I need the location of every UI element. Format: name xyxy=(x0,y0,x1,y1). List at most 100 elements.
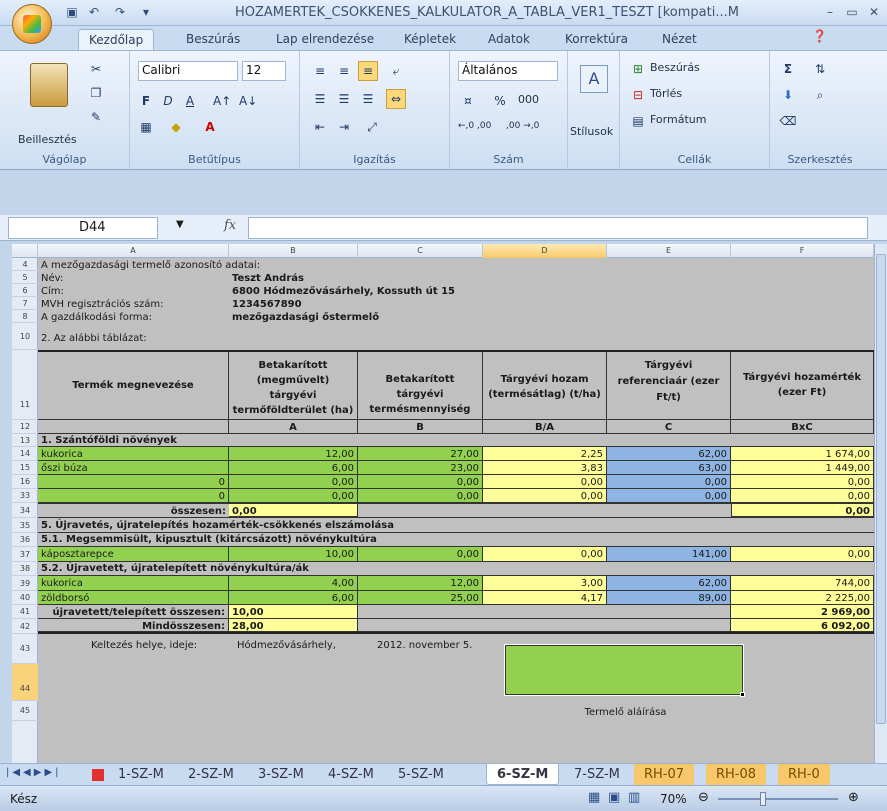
name-box-dropdown-icon[interactable]: ▼ xyxy=(176,219,184,230)
row-header[interactable]: 15 xyxy=(12,461,38,475)
paste-button[interactable]: Beillesztés xyxy=(18,133,77,146)
format-cells-icon[interactable]: ▤ xyxy=(628,111,648,131)
align-left-icon[interactable]: ☰ xyxy=(310,89,330,109)
row-header[interactable]: 44 xyxy=(12,664,38,701)
price-cell[interactable]: 63,00 xyxy=(607,461,731,475)
office-button[interactable] xyxy=(12,4,52,44)
area-cell[interactable]: 6,00 xyxy=(229,591,358,605)
price-cell[interactable]: 141,00 xyxy=(607,547,731,562)
sheet-tab[interactable]: 4-SZ-M xyxy=(318,764,384,785)
column-header-e[interactable]: E xyxy=(607,244,731,258)
autosum-icon[interactable]: Σ xyxy=(778,59,798,79)
undo-icon[interactable]: ↶ xyxy=(86,5,102,21)
grow-font-icon[interactable]: A↑ xyxy=(212,91,232,111)
area-cell[interactable]: 6,00 xyxy=(229,461,358,475)
product-cell[interactable]: 0 xyxy=(38,475,229,489)
tab-view[interactable]: Nézet xyxy=(652,29,707,50)
zoom-slider[interactable] xyxy=(718,798,838,800)
quantity-cell[interactable]: 0,00 xyxy=(358,475,483,489)
row-header[interactable]: 14 xyxy=(12,447,38,461)
row-header[interactable]: 34 xyxy=(12,503,38,518)
page-break-view-icon[interactable]: ▥ xyxy=(628,790,640,805)
row-header[interactable]: 7 xyxy=(12,297,38,310)
formula-input[interactable] xyxy=(248,217,868,239)
align-center-icon[interactable]: ☰ xyxy=(334,89,354,109)
zoom-level[interactable]: 70% xyxy=(660,792,687,806)
format-painter-icon[interactable]: ✎ xyxy=(86,107,106,127)
tab-home[interactable]: Kezdőlap xyxy=(78,29,155,50)
row-header[interactable]: 6 xyxy=(12,284,38,297)
quantity-cell[interactable]: 0,00 xyxy=(358,489,483,503)
borders-icon[interactable]: ▦ xyxy=(136,117,156,137)
font-name-select[interactable]: Calibri xyxy=(138,61,238,81)
quantity-cell[interactable]: 0,00 xyxy=(358,547,483,562)
column-header-c[interactable]: C xyxy=(358,244,483,258)
fill-color-icon[interactable]: ◆ xyxy=(166,117,186,137)
product-cell[interactable]: kukorica xyxy=(38,447,229,461)
row-header[interactable]: 4 xyxy=(12,258,38,271)
quantity-cell[interactable]: 25,00 xyxy=(358,591,483,605)
align-right-icon[interactable]: ☰ xyxy=(358,89,378,109)
quantity-cell[interactable]: 12,00 xyxy=(358,576,483,591)
row-header[interactable]: 42 xyxy=(12,619,38,634)
styles-icon[interactable]: A xyxy=(580,65,608,93)
sheet-tab[interactable]: 7-SZ-M xyxy=(564,764,630,785)
total-area[interactable]: 28,00 xyxy=(229,619,358,632)
total-value[interactable]: 6 092,00 xyxy=(731,619,874,632)
product-cell[interactable]: káposztarepce xyxy=(38,547,229,562)
thousands-button[interactable]: 000 xyxy=(518,93,539,106)
price-cell[interactable]: 0,00 xyxy=(607,475,731,489)
copy-icon[interactable]: ❐ xyxy=(86,83,106,103)
help-icon[interactable]: ❓ xyxy=(808,28,831,49)
tab-review[interactable]: Korrektúra xyxy=(555,29,638,50)
product-cell[interactable]: kukorica xyxy=(38,576,229,591)
area-cell[interactable]: 12,00 xyxy=(229,447,358,461)
format-button[interactable]: Formátum xyxy=(650,113,706,126)
sheet-tab[interactable]: 5-SZ-M xyxy=(388,764,454,785)
select-all-corner[interactable] xyxy=(12,244,38,258)
row-header[interactable]: 41 xyxy=(12,605,38,619)
sheet-tab-active[interactable]: 6-SZ-M xyxy=(486,764,560,785)
align-bottom-icon[interactable]: ≡ xyxy=(358,61,378,81)
row-header[interactable]: 40 xyxy=(12,591,38,605)
signature-box-selected-cell[interactable] xyxy=(504,644,744,696)
column-header-a[interactable]: A xyxy=(38,244,229,258)
row-header[interactable]: 43 xyxy=(12,634,38,664)
decrease-indent-icon[interactable]: ⇤ xyxy=(310,117,330,137)
value-cell[interactable]: 0,00 xyxy=(731,489,874,503)
area-cell[interactable]: 0,00 xyxy=(229,489,358,503)
scroll-thumb[interactable] xyxy=(876,254,886,724)
maximize-icon[interactable]: ▭ xyxy=(842,5,862,21)
address-value[interactable]: 6800 Hódmezővásárhely, Kossuth út 15 xyxy=(229,284,629,297)
decrease-decimal-button[interactable]: ,00 →,0 xyxy=(506,121,539,131)
vertical-scrollbar[interactable] xyxy=(874,244,887,763)
page-layout-view-icon[interactable]: ▣ xyxy=(608,790,620,805)
row-header[interactable]: 5 xyxy=(12,271,38,284)
yield-cell[interactable]: 0,00 xyxy=(483,489,607,503)
delete-button[interactable]: Törlés xyxy=(650,87,682,100)
normal-view-icon[interactable]: ▦ xyxy=(588,790,600,805)
sheet-tab[interactable]: RH-0 xyxy=(778,764,830,785)
subtotal-value[interactable]: 2 969,00 xyxy=(731,605,874,619)
row-header[interactable]: 45 xyxy=(12,701,38,721)
zoom-in-icon[interactable]: ⊕ xyxy=(848,790,859,805)
row-header[interactable]: 11 xyxy=(12,350,38,420)
yield-cell[interactable]: 3,83 xyxy=(483,461,607,475)
font-color-icon[interactable]: A xyxy=(200,117,220,137)
yield-cell[interactable]: 0,00 xyxy=(483,475,607,489)
yield-cell[interactable]: 4,17 xyxy=(483,591,607,605)
tab-formulas[interactable]: Képletek xyxy=(394,29,466,50)
minimize-icon[interactable]: – xyxy=(820,5,840,21)
wrap-text-icon[interactable]: ⤶ xyxy=(386,61,406,81)
cut-icon[interactable]: ✂ xyxy=(86,59,106,79)
product-cell[interactable]: zöldborsó xyxy=(38,591,229,605)
tab-insert[interactable]: Beszúrás xyxy=(176,29,250,50)
zoom-out-icon[interactable]: ⊖ xyxy=(698,790,709,805)
name-value[interactable]: Teszt András xyxy=(229,271,629,284)
worksheet-grid[interactable]: A mezőgazdasági termelő azonosító adatai… xyxy=(38,258,874,763)
italic-button[interactable]: D xyxy=(158,91,178,111)
insert-button[interactable]: Beszúrás xyxy=(650,61,700,74)
place-value[interactable]: Hódmezővásárhely, xyxy=(234,634,364,664)
yield-cell[interactable]: 3,00 xyxy=(483,576,607,591)
increase-decimal-button[interactable]: ←,0 ,00 xyxy=(458,121,491,131)
